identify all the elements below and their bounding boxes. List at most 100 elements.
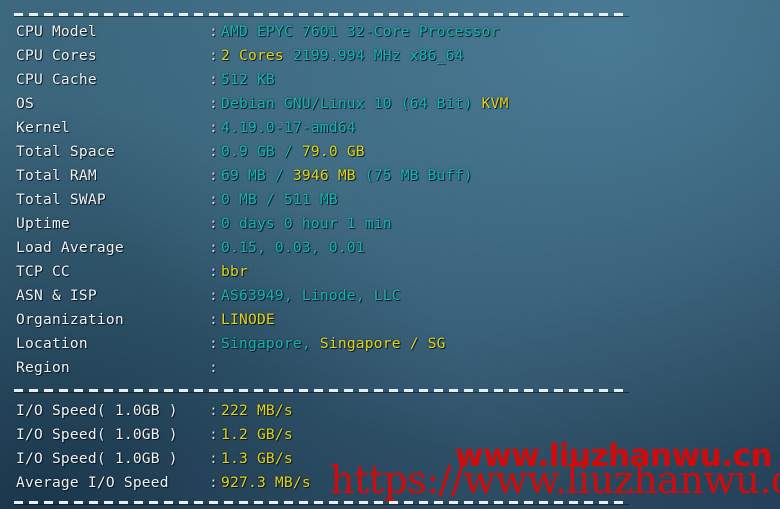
info-row-value: 0 MB / 511 MB	[221, 188, 338, 212]
value-segment: 0 days 0 hour 1 min	[221, 215, 392, 232]
info-row-label: Total SWAP	[16, 191, 106, 208]
info-row: Kernel:4.19.0-17-amd64	[0, 116, 780, 140]
value-segment: 1.3 GB/s	[221, 450, 293, 467]
separator-line-top	[14, 13, 629, 16]
terminal-screenshot: CPU Model: AMD EPYC 7601 32-Core Processo…	[0, 0, 780, 509]
value-segment: Singapore,	[221, 335, 320, 352]
info-row-value: AS63949, Linode, LLC	[221, 284, 401, 308]
info-row-colon: :	[209, 215, 218, 232]
info-row-label: Average I/O Speed	[16, 474, 169, 491]
info-row-colon: :	[209, 167, 218, 184]
info-row: Load Average:0.15, 0.03, 0.01	[0, 236, 780, 260]
info-row-colon: :	[209, 95, 218, 112]
value-segment: AS63949, Linode, LLC	[221, 287, 401, 304]
info-row-value: LINODE	[221, 308, 275, 332]
info-row-label: Region	[16, 359, 70, 376]
value-segment: 0.9 GB /	[221, 143, 302, 160]
info-row-value: 222 MB/s	[221, 399, 293, 423]
value-segment: 0 MB / 511 MB	[221, 191, 338, 208]
info-row: I/O Speed( 1.0GB ):222 MB/s	[0, 399, 780, 423]
value-segment: 0.15, 0.03, 0.01	[221, 239, 365, 256]
info-row-colon: :	[209, 191, 218, 208]
value-segment: 2199.994 MHz x86_64	[283, 47, 464, 64]
info-row-colon: :	[209, 402, 218, 419]
info-row: ASN & ISP: AS63949, Linode, LLC	[0, 284, 780, 308]
info-row-value: Singapore, Singapore / SG	[221, 332, 446, 356]
info-row-label: Total RAM	[16, 167, 97, 184]
info-row: Total RAM:69 MB / 3946 MB (75 MB Buff)	[0, 164, 780, 188]
info-row-colon: :	[209, 71, 218, 88]
value-segment: 2 Cores	[221, 47, 284, 64]
separator-line-bottom	[14, 501, 629, 504]
info-row-label: Kernel	[16, 119, 70, 136]
info-row-value: bbr	[221, 260, 248, 284]
info-row-label: I/O Speed( 1.0GB )	[16, 450, 178, 467]
info-row-value: 4.19.0-17-amd64	[221, 116, 356, 140]
info-row-label: TCP CC	[16, 263, 70, 280]
value-segment: 512 KB	[221, 71, 275, 88]
info-row-value: 1.3 GB/s	[221, 447, 293, 471]
info-row-value: AMD EPYC 7601 32-Core Processor	[221, 20, 500, 44]
value-segment: bbr	[221, 263, 248, 280]
terminal-output: CPU Model: AMD EPYC 7601 32-Core Processo…	[0, 0, 780, 509]
info-row-label: I/O Speed( 1.0GB )	[16, 402, 178, 419]
value-segment: 4.19.0-17-amd64	[221, 119, 356, 136]
value-segment: 222 MB/s	[221, 402, 293, 419]
value-segment: LINODE	[221, 311, 275, 328]
info-row: Uptime:0 days 0 hour 1 min	[0, 212, 780, 236]
value-segment: 927.3 MB/s	[221, 474, 311, 491]
info-row-colon: :	[209, 287, 218, 304]
info-row-value: 0 days 0 hour 1 min	[221, 212, 392, 236]
value-segment: 79.0 GB	[301, 143, 365, 160]
value-segment: Debian GNU/Linux 10 (64 Bit)	[221, 95, 482, 112]
info-row: Average I/O Speed:927.3 MB/s	[0, 471, 780, 495]
info-row: CPU Cores:2 Cores 2199.994 MHz x86_64	[0, 44, 780, 68]
info-row-label: Load Average	[16, 239, 124, 256]
value-segment: KVM	[481, 95, 509, 112]
info-row-colon: :	[209, 47, 218, 64]
info-row-value: 69 MB / 3946 MB (75 MB Buff)	[221, 164, 473, 188]
info-row-colon: :	[209, 143, 218, 160]
value-segment: Singapore / SG	[319, 335, 446, 352]
info-row-value: 2 Cores 2199.994 MHz x86_64	[221, 44, 464, 68]
value-segment: AMD EPYC 7601 32-Core Processor	[221, 23, 500, 40]
info-row: Total SWAP:0 MB / 511 MB	[0, 188, 780, 212]
info-row: Total Space:0.9 GB / 79.0 GB	[0, 140, 780, 164]
info-row-label: CPU Cache	[16, 71, 97, 88]
info-row: OS: Debian GNU/Linux 10 (64 Bit) KVM	[0, 92, 780, 116]
value-segment: 3946 MB	[292, 167, 356, 184]
info-row-label: Uptime	[16, 215, 70, 232]
info-row-label: CPU Model	[16, 23, 97, 40]
info-row-value: 0.9 GB / 79.0 GB	[221, 140, 365, 164]
info-row-colon: :	[209, 263, 218, 280]
info-row-label: ASN & ISP	[16, 287, 97, 304]
info-row-colon: :	[209, 335, 218, 352]
value-segment: 69 MB /	[221, 167, 293, 184]
info-row-value: 927.3 MB/s	[221, 471, 311, 495]
info-row-label: Total Space	[16, 143, 115, 160]
info-row-value: 512 KB	[221, 68, 275, 92]
info-row-colon: :	[209, 450, 218, 467]
info-row-colon: :	[209, 311, 218, 328]
info-row-colon: :	[209, 239, 218, 256]
info-row: I/O Speed( 1.0GB ):1.3 GB/s	[0, 447, 780, 471]
info-row-label: CPU Cores	[16, 47, 97, 64]
info-row: TCP CC: bbr	[0, 260, 780, 284]
info-row: CPU Model: AMD EPYC 7601 32-Core Processo…	[0, 20, 780, 44]
separator-line-middle	[14, 389, 629, 392]
info-row-colon: :	[209, 359, 218, 376]
info-row: Region:	[0, 356, 780, 380]
info-row-colon: :	[209, 426, 218, 443]
info-row: I/O Speed( 1.0GB ):1.2 GB/s	[0, 423, 780, 447]
info-row-label: Organization	[16, 311, 124, 328]
info-row-label: Location	[16, 335, 88, 352]
info-row: Location: Singapore, Singapore / SG	[0, 332, 780, 356]
info-row: Organization: LINODE	[0, 308, 780, 332]
info-row-value: 1.2 GB/s	[221, 423, 293, 447]
info-row-label: I/O Speed( 1.0GB )	[16, 426, 178, 443]
info-row-colon: :	[209, 474, 218, 491]
value-segment: (75 MB Buff)	[355, 167, 473, 184]
info-row-label: OS	[16, 95, 34, 112]
value-segment: 1.2 GB/s	[221, 426, 293, 443]
info-row-colon: :	[209, 119, 218, 136]
